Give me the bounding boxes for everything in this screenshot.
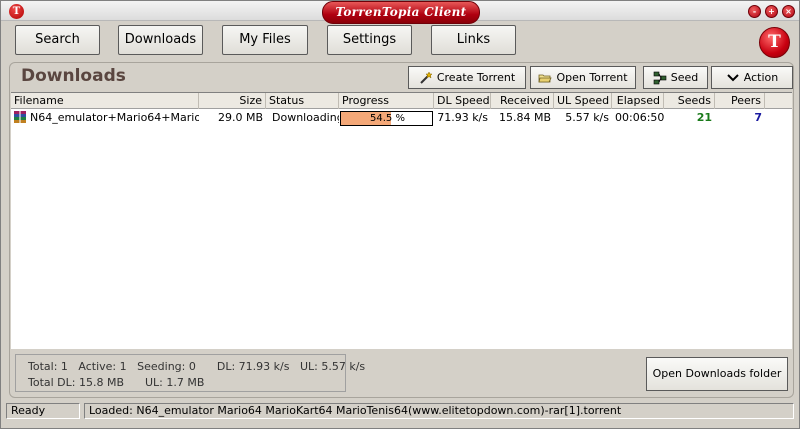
table-row[interactable]: N64_emulator+Mario64+MarioKart... 29.0 M… — [11, 109, 792, 127]
column-elapsed[interactable]: Elapsed — [612, 93, 664, 109]
nav-search-button[interactable]: Search — [15, 25, 100, 55]
create-torrent-button[interactable]: Create Torrent — [408, 66, 526, 89]
action-label: Action — [743, 71, 779, 84]
row-size: 29.0 MB — [217, 111, 263, 124]
column-filename[interactable]: Filename — [11, 93, 199, 109]
column-dl-speed[interactable]: DL Speed — [434, 93, 491, 109]
summary-ul-speed: UL: 5.57 k/s — [299, 360, 366, 373]
column-progress[interactable]: Progress — [339, 93, 434, 109]
row-dl-speed: 71.93 k/s — [437, 111, 488, 124]
seed-label: Seed — [670, 71, 699, 84]
seed-button[interactable]: Seed — [643, 66, 708, 89]
close-button[interactable]: × — [782, 5, 795, 18]
summary-active: Active: 1 — [78, 360, 127, 373]
row-peers: 7 — [754, 111, 762, 124]
nav-downloads-button[interactable]: Downloads — [118, 25, 203, 55]
summary-seeding: Seeding: 0 — [137, 360, 196, 373]
network-icon — [653, 71, 667, 85]
nav-links-button[interactable]: Links — [431, 25, 516, 55]
row-elapsed: 00:06:50 — [615, 111, 664, 124]
status-state: Ready — [6, 403, 80, 419]
transfer-summary: Total: 1 Active: 1 Seeding: 0 DL: 71.93 … — [15, 354, 365, 392]
row-filename: N64_emulator+Mario64+MarioKart... — [30, 111, 199, 124]
folder-open-icon — [538, 71, 553, 85]
summary-total-dl: Total DL: 15.8 MB — [28, 376, 125, 389]
app-logo-icon: T — [9, 4, 24, 19]
column-ul-speed[interactable]: UL Speed — [554, 93, 612, 109]
summary-total: Total: 1 — [28, 360, 68, 373]
downloads-panel: Downloads Create Torrent Open Torrent Se… — [9, 62, 794, 398]
summary-line-1: Total: 1 Active: 1 Seeding: 0 DL: 71.93 … — [28, 360, 365, 373]
row-progress-bar: 54.5 % — [340, 111, 433, 126]
summary-line-2: Total DL: 15.8 MB UL: 1.7 MB — [28, 376, 204, 389]
summary-dl-speed: DL: 71.93 k/s — [216, 360, 290, 373]
row-ul-speed: 5.57 k/s — [565, 111, 609, 124]
title-bar[interactable]: T TorrenTopia Client - + × — [1, 1, 799, 24]
app-window: T TorrenTopia Client - + × Search Downlo… — [0, 0, 800, 429]
row-status: Downloading — [272, 111, 339, 124]
downloads-table: Filename Size Status Progress DL Speed R… — [11, 92, 792, 349]
column-received[interactable]: Received — [491, 93, 554, 109]
open-torrent-label: Open Torrent — [556, 71, 628, 84]
nav-my-files-button[interactable]: My Files — [222, 25, 308, 55]
create-torrent-label: Create Torrent — [436, 71, 516, 84]
row-filename-cell: N64_emulator+Mario64+MarioKart... — [11, 109, 199, 127]
nav-settings-button[interactable]: Settings — [327, 25, 412, 55]
summary-total-ul: UL: 1.7 MB — [145, 376, 205, 389]
row-progress-text: 54.5 % — [370, 113, 405, 124]
brand-logo-icon: T — [759, 27, 790, 58]
minimize-button[interactable]: - — [748, 5, 761, 18]
maximize-button[interactable]: + — [765, 5, 778, 18]
column-status[interactable]: Status — [266, 93, 339, 109]
column-size[interactable]: Size — [199, 93, 266, 109]
action-dropdown-button[interactable]: Action — [711, 66, 793, 89]
row-seeds: 21 — [696, 111, 712, 124]
open-downloads-folder-button[interactable]: Open Downloads folder — [646, 357, 788, 391]
column-seeds[interactable]: Seeds — [664, 93, 715, 109]
status-bar: Ready Loaded: N64_emulator Mario64 Mario… — [1, 401, 799, 428]
archive-file-icon — [13, 110, 27, 124]
status-message: Loaded: N64_emulator Mario64 MarioKart64… — [84, 403, 794, 419]
chevron-down-icon — [726, 71, 740, 85]
table-header: Filename Size Status Progress DL Speed R… — [11, 93, 792, 109]
window-title: TorrenTopia Client — [322, 1, 480, 24]
magic-wand-icon — [419, 70, 433, 85]
page-title: Downloads — [21, 66, 126, 86]
row-received: 15.84 MB — [498, 111, 551, 124]
open-torrent-button[interactable]: Open Torrent — [530, 66, 636, 89]
column-peers[interactable]: Peers — [715, 93, 765, 109]
